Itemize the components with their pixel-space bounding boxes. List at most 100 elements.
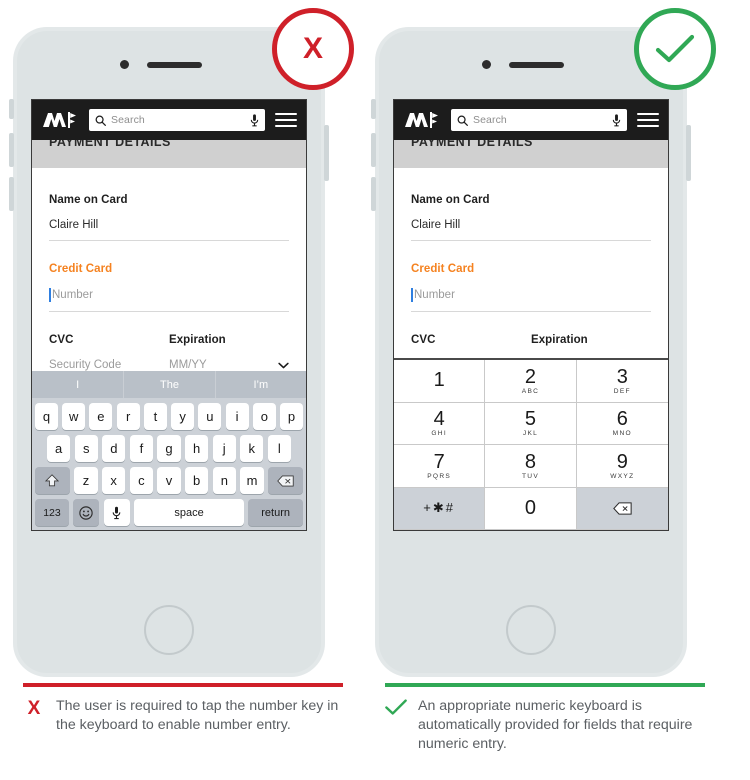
key-a[interactable]: a: [47, 435, 71, 462]
volume-up-button[interactable]: [9, 133, 14, 167]
key-n[interactable]: n: [212, 467, 236, 494]
numkey-6[interactable]: 6 MNO: [576, 402, 668, 445]
credit-card-placeholder: Number: [414, 289, 455, 301]
key-w[interactable]: w: [62, 403, 86, 430]
key-t[interactable]: t: [143, 403, 167, 430]
volume-up-button[interactable]: [371, 133, 376, 167]
silent-switch[interactable]: [371, 99, 376, 119]
key-i[interactable]: i: [225, 403, 249, 430]
numkey-backspace[interactable]: [576, 487, 668, 530]
phone-device-correct: Search PAYMENT DETAILS Name on Card Clai…: [371, 27, 691, 677]
field-name-on-card[interactable]: Name on Card Claire Hill: [49, 168, 289, 241]
phone-screen-correct: Search PAYMENT DETAILS Name on Card Clai…: [393, 99, 669, 531]
section-header-payment-details: PAYMENT DETAILS: [394, 140, 668, 168]
silent-switch[interactable]: [9, 99, 14, 119]
numkey-3[interactable]: 3 DEF: [576, 360, 668, 403]
hamburger-menu-icon[interactable]: [637, 109, 659, 130]
key-b[interactable]: b: [185, 467, 209, 494]
status-badge-correct: [634, 8, 716, 90]
alphabetic-keyboard[interactable]: I The I’m q w e r t y u i o p a s d f g …: [32, 371, 306, 530]
phone-screen-incorrect: Search PAYMENT DETAILS Name on Card Clai…: [31, 99, 307, 531]
front-camera-icon: [482, 60, 491, 69]
numkey-5[interactable]: 5 JKL: [485, 402, 577, 445]
brand-logo-icon[interactable]: [41, 108, 81, 132]
keyboard-row-1: q w e r t y u i o p: [32, 403, 306, 430]
key-u[interactable]: u: [198, 403, 222, 430]
key-s[interactable]: s: [74, 435, 98, 462]
credit-card-label: Credit Card: [49, 263, 113, 275]
backspace-key[interactable]: [268, 467, 303, 494]
phone-device-incorrect: Search PAYMENT DETAILS Name on Card Clai…: [9, 27, 329, 677]
search-input[interactable]: Search: [451, 109, 627, 131]
power-button[interactable]: [686, 125, 691, 181]
search-placeholder-text: Search: [473, 114, 507, 126]
microphone-icon[interactable]: [612, 113, 621, 127]
prediction-2[interactable]: I’m: [214, 371, 306, 398]
key-o[interactable]: o: [252, 403, 276, 430]
numkey-1[interactable]: 1: [394, 360, 486, 403]
key-v[interactable]: v: [157, 467, 181, 494]
volume-down-button[interactable]: [9, 177, 14, 211]
numkey-9[interactable]: 9 WXYZ: [576, 445, 668, 488]
dictation-key[interactable]: [103, 499, 130, 526]
key-h[interactable]: h: [184, 435, 209, 462]
numkey-4[interactable]: 4 GHI: [394, 402, 486, 445]
numkey-symbols[interactable]: +✱#: [394, 487, 486, 530]
numeric-keypad[interactable]: 1 2 ABC 3 DEF 4 GHI 5 JKL 6 MNO 7 PQRS 8…: [394, 358, 668, 530]
numeric-toggle-key[interactable]: 123: [35, 499, 69, 526]
key-p[interactable]: p: [280, 403, 303, 430]
volume-down-button[interactable]: [371, 177, 376, 211]
earpiece-speaker: [509, 62, 564, 68]
numkey-2[interactable]: 2 ABC: [485, 360, 577, 403]
numkey-0[interactable]: 0: [485, 487, 577, 530]
emoji-key[interactable]: [73, 499, 100, 526]
numkey-7[interactable]: 7 PQRS: [394, 445, 486, 488]
app-navbar: Search: [394, 100, 668, 140]
key-z[interactable]: z: [74, 467, 98, 494]
key-g[interactable]: g: [157, 435, 181, 462]
key-j[interactable]: j: [212, 435, 236, 462]
numkey-letters: TUV: [521, 472, 540, 480]
keyboard-row-4: 123 space return: [32, 499, 306, 526]
key-m[interactable]: m: [240, 467, 264, 494]
key-r[interactable]: r: [116, 403, 140, 430]
key-f[interactable]: f: [129, 435, 153, 462]
earpiece-speaker: [147, 62, 202, 68]
numkey-digit: 5: [524, 408, 537, 431]
key-q[interactable]: q: [35, 403, 58, 430]
prediction-0[interactable]: I: [32, 371, 123, 398]
backspace-icon: [612, 502, 632, 515]
search-input[interactable]: Search: [89, 109, 265, 131]
numkey-letters: JKL: [522, 430, 539, 438]
brand-logo-icon[interactable]: [403, 108, 443, 132]
return-key[interactable]: return: [248, 499, 303, 526]
key-y[interactable]: y: [171, 403, 195, 430]
power-button[interactable]: [324, 125, 329, 181]
numkey-8[interactable]: 8 TUV: [485, 445, 577, 488]
emoji-smiley-icon: [79, 505, 94, 520]
home-button[interactable]: [506, 605, 556, 655]
key-k[interactable]: k: [240, 435, 264, 462]
chevron-down-icon[interactable]: [278, 362, 289, 369]
credit-card-input[interactable]: Number: [411, 288, 651, 302]
field-credit-card[interactable]: Credit Card Number: [411, 241, 651, 312]
home-button[interactable]: [144, 605, 194, 655]
payment-form-incorrect: Name on Card Claire Hill Credit Card Num…: [32, 168, 306, 381]
key-d[interactable]: d: [102, 435, 126, 462]
key-l[interactable]: l: [267, 435, 291, 462]
section-header-label: PAYMENT DETAILS: [49, 140, 171, 149]
shift-key[interactable]: [35, 467, 70, 494]
microphone-icon[interactable]: [250, 113, 259, 127]
key-c[interactable]: c: [129, 467, 153, 494]
key-e[interactable]: e: [89, 403, 113, 430]
hamburger-menu-icon[interactable]: [275, 109, 297, 130]
space-key[interactable]: space: [134, 499, 244, 526]
prediction-1[interactable]: The: [123, 371, 214, 398]
section-header-label: PAYMENT DETAILS: [411, 140, 533, 149]
field-name-on-card[interactable]: Name on Card Claire Hill: [411, 168, 651, 241]
key-x[interactable]: x: [102, 467, 126, 494]
numkey-digit: 8: [524, 450, 537, 473]
credit-card-input[interactable]: Number: [49, 288, 289, 302]
status-badge-incorrect: X: [272, 8, 354, 90]
field-credit-card[interactable]: Credit Card Number: [49, 241, 289, 312]
